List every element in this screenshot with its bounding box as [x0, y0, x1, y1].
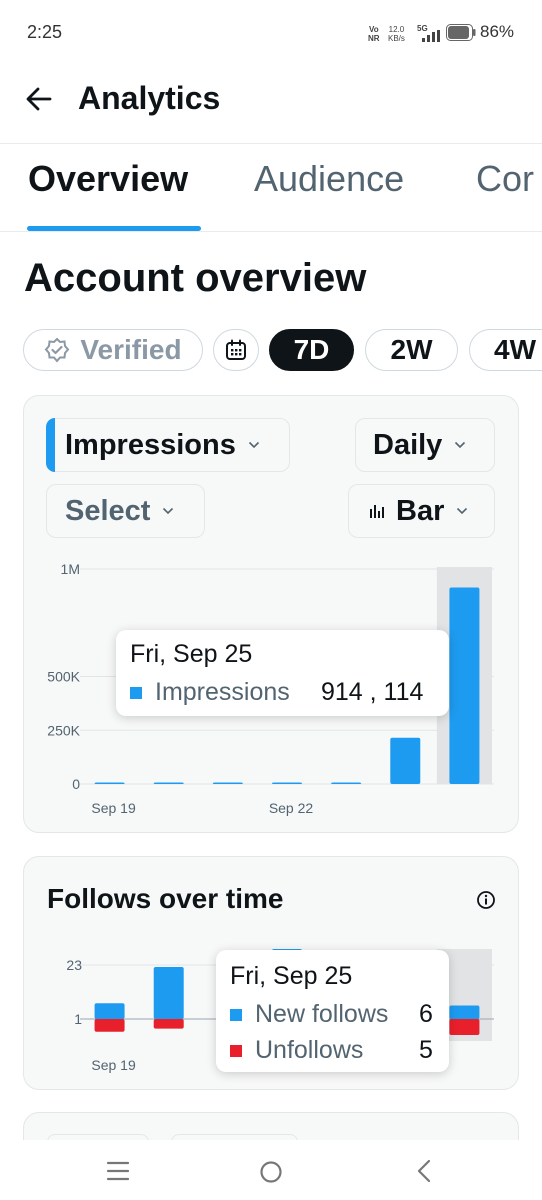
tab-audience[interactable]: Audience [254, 158, 404, 200]
bar-sep-22 [272, 782, 302, 784]
bar-sep-20 [153, 782, 184, 784]
range-chip-2w[interactable]: 2W [365, 329, 458, 371]
header-divider [0, 143, 542, 144]
verified-chip-label: Verified [80, 334, 182, 365]
tooltip-date: Fri, Sep 25 [130, 640, 253, 668]
speed-unit: KB/s [388, 34, 405, 43]
section-title: Account overview [24, 256, 367, 300]
network-label-bottom: NR [368, 34, 380, 43]
bar-sep-23 [331, 782, 362, 784]
verified-filter-chip[interactable]: Verified [23, 329, 203, 371]
period-dropdown[interactable]: Daily [355, 418, 495, 472]
tab-content[interactable]: Cor [476, 158, 534, 200]
x-tick-label: Sep 22 [269, 800, 314, 816]
tooltip-date: Fri, Sep 25 [230, 962, 353, 990]
series-swatch [130, 686, 142, 699]
tooltip-row: Impressions [130, 678, 290, 707]
network-type-indicator: Vo NR [368, 25, 380, 43]
bar-sep-24 [390, 737, 421, 784]
y-tick-label: 0 [72, 776, 80, 792]
follows-tooltip: Fri, Sep 25 New follows 6 Unfollows 5 [216, 950, 449, 1072]
status-time: 2:25 [27, 22, 63, 42]
period-dropdown-label: Daily [373, 428, 443, 461]
tooltip-label: New follows [255, 1000, 389, 1028]
tooltip-label: Impressions [155, 678, 290, 706]
y-tick-label: 1M [61, 561, 80, 577]
tooltip-row-new-follows: New follows [230, 1000, 388, 1029]
home-circle-icon[interactable] [259, 1160, 283, 1184]
info-icon[interactable] [476, 890, 496, 910]
y-tick-label: 500K [47, 669, 80, 685]
tooltip-row-unfollows: Unfollows [230, 1036, 363, 1065]
chevron-down-icon [248, 441, 259, 449]
network-label-top: Vo [368, 25, 379, 34]
tooltip-value: 914 , 114 [321, 678, 424, 706]
follows-card-title: Follows over time [47, 883, 284, 914]
battery-icon [446, 24, 476, 41]
tabs-divider [0, 231, 542, 232]
chevron-down-icon [457, 507, 468, 515]
tooltip-value: 5 [419, 1036, 433, 1064]
tooltip-value: 6 [419, 1000, 433, 1028]
signal-icon [422, 30, 440, 42]
menu-icon[interactable] [106, 1160, 130, 1182]
unfollows-swatch [230, 1044, 242, 1057]
compare-dropdown-label: Select [65, 494, 151, 527]
tab-overview[interactable]: Overview [28, 158, 188, 200]
metric-dropdown-label: Impressions [65, 428, 236, 461]
speed-value: 12.0 [388, 25, 405, 34]
bar-sep-21 [212, 782, 243, 784]
new-follows-bar [94, 1003, 125, 1019]
bar-sep-19 [94, 782, 125, 784]
y-tick-label: 23 [66, 957, 82, 973]
impressions-tooltip: Fri, Sep 25 Impressions 914 , 114 [116, 630, 449, 716]
metric-color-indicator [46, 418, 55, 472]
unfollows-bar [153, 1019, 184, 1029]
new-follows-bar [153, 967, 184, 1019]
back-arrow-icon[interactable] [24, 84, 54, 114]
range-chip-4w[interactable]: 4W [469, 329, 542, 371]
y-tick-label: 1 [74, 1011, 82, 1027]
battery-percent: 86% [480, 22, 515, 41]
range-chip-7d[interactable]: 7D [269, 329, 354, 371]
bar-chart-icon [370, 505, 384, 518]
tooltip-label: Unfollows [255, 1036, 364, 1064]
chart-type-dropdown[interactable]: Bar [348, 484, 495, 538]
y-tick-label: 250K [47, 722, 80, 738]
page-title: Analytics [78, 80, 221, 116]
chevron-down-icon [455, 441, 466, 449]
unfollows-bar [94, 1019, 125, 1032]
verified-badge-icon [45, 337, 70, 363]
chevron-down-icon [163, 507, 174, 515]
new-follows-swatch [230, 1008, 242, 1021]
x-tick-label: Sep 19 [91, 800, 136, 816]
metric-dropdown[interactable]: Impressions [46, 418, 290, 472]
calendar-icon [226, 339, 246, 360]
bar-sep-25 [449, 587, 480, 784]
unfollows-bar [449, 1019, 480, 1035]
network-speed: 12.0 KB/s [388, 25, 405, 43]
date-picker-button[interactable] [213, 329, 259, 371]
chart-type-label: Bar [396, 494, 445, 527]
new-follows-bar [449, 1005, 480, 1019]
x-tick-label: Sep 19 [91, 1057, 136, 1073]
back-chevron-icon[interactable] [414, 1158, 434, 1184]
compare-metric-dropdown[interactable]: Select [46, 484, 205, 538]
